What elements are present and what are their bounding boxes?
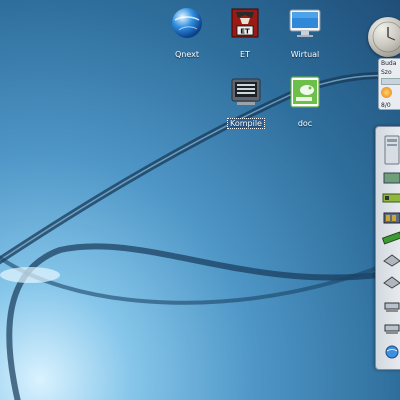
weather-widget[interactable]: Buda Szo 8/0	[378, 58, 400, 110]
suse-document-icon	[290, 76, 320, 108]
clock-widget[interactable]	[368, 17, 400, 57]
drive-icon[interactable]	[382, 275, 400, 289]
weather-bar	[381, 78, 400, 85]
desktop-icon-et[interactable]: ET ET	[215, 6, 275, 61]
icon-label-qnext: Qnext	[174, 50, 200, 59]
weather-day: Szo	[381, 69, 392, 76]
icon-label-kompile: Kompile	[227, 118, 265, 129]
desktop-icon-wirtual[interactable]: Wirtual	[275, 6, 335, 61]
network-icon[interactable]	[382, 299, 400, 313]
computer-icon[interactable]	[382, 135, 400, 165]
weather-value: 8/0	[381, 102, 391, 109]
desktop-icon-doc[interactable]: doc	[275, 75, 335, 130]
clock-icon	[372, 21, 400, 53]
drive-icon[interactable]	[382, 253, 400, 267]
internet-icon[interactable]	[382, 345, 400, 359]
svg-text:ET: ET	[240, 28, 250, 36]
enemy-territory-icon: ET	[231, 8, 259, 38]
sun-icon	[381, 87, 392, 98]
hardware-icon[interactable]	[382, 171, 400, 185]
launcher-panel	[375, 126, 400, 370]
desktop-icon-kompile[interactable]: Kompile	[216, 75, 276, 130]
icon-label-doc: doc	[297, 119, 313, 128]
memory-card-icon[interactable]	[382, 211, 400, 225]
monitor-icon	[289, 9, 321, 37]
terminal-icon	[231, 78, 261, 105]
globe-icon	[172, 8, 202, 38]
weather-city: Buda	[381, 60, 397, 67]
ram-icon[interactable]	[382, 231, 400, 245]
network-icon[interactable]	[382, 321, 400, 335]
icon-label-et: ET	[240, 50, 250, 59]
desktop-icon-qnext[interactable]: Qnext	[157, 6, 217, 61]
icon-label-wirtual: Wirtual	[290, 50, 320, 59]
network-card-icon[interactable]	[382, 191, 400, 205]
